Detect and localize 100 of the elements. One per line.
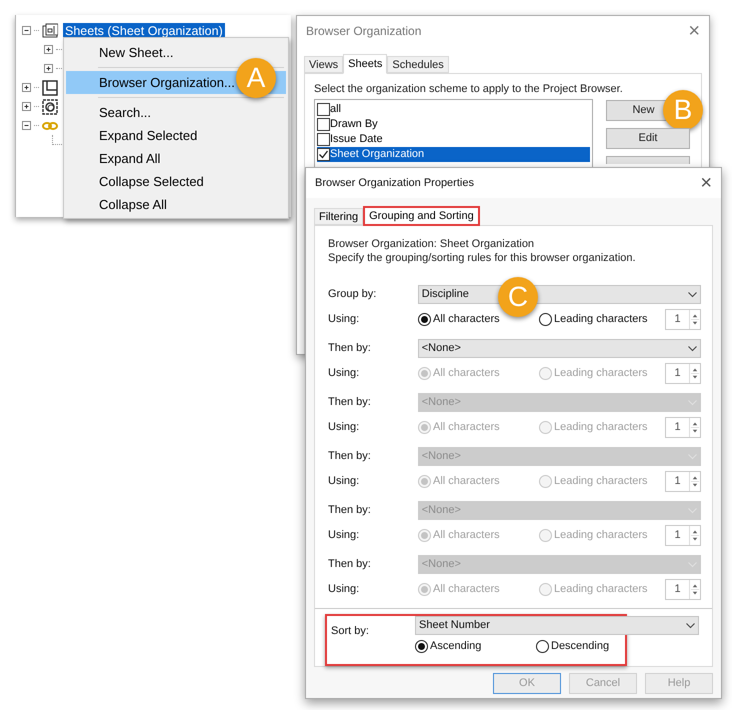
- radio-label: Leading characters: [554, 420, 648, 435]
- expand-icon[interactable]: [22, 102, 31, 111]
- tab[interactable]: Filtering: [314, 208, 364, 225]
- field-label: Using:: [328, 366, 360, 381]
- number-spinner[interactable]: 1: [665, 362, 701, 384]
- dropdown-value: <None>: [422, 503, 461, 518]
- dropdown-value: <None>: [422, 395, 461, 410]
- field-label: Then by:: [328, 449, 372, 464]
- window-title: Browser Organization Properties: [315, 176, 474, 191]
- window-title: Browser Organization: [306, 23, 422, 40]
- dropdown[interactable]: Sheet Number: [415, 616, 699, 635]
- list-item[interactable]: Issue Date: [317, 132, 590, 147]
- field-label: Using:: [328, 582, 360, 597]
- list-item-label: Issue Date: [330, 132, 383, 147]
- checkbox[interactable]: [317, 118, 330, 131]
- number-spinner[interactable]: 1: [665, 308, 701, 330]
- radio-button[interactable]: [539, 312, 552, 326]
- list-item-label: Drawn By: [330, 117, 378, 132]
- chevron-down-icon: [688, 346, 697, 352]
- checkbox[interactable]: [317, 103, 330, 116]
- dropdown-value: Discipline: [422, 287, 469, 302]
- dropdown-value: <None>: [422, 341, 461, 356]
- tree-item[interactable]: Sheets (Sheet Organization): [63, 22, 225, 38]
- spin-arrows-icon: [689, 580, 700, 598]
- description-text: Specify the grouping/sorting rules for this browser organization.: [328, 251, 637, 265]
- spin-arrows-icon: [689, 418, 700, 436]
- radio-button[interactable]: [536, 640, 549, 653]
- menu-item[interactable]: New Sheet...: [66, 41, 236, 64]
- field-label: Using:: [328, 474, 360, 489]
- collapse-icon[interactable]: [22, 26, 31, 35]
- tab[interactable]: Grouping and Sorting: [363, 206, 480, 226]
- radio-label: Ascending: [430, 639, 482, 654]
- tab[interactable]: Schedules: [387, 56, 449, 73]
- radio-button[interactable]: [418, 312, 431, 326]
- radio-label: Descending: [551, 639, 610, 654]
- sheet-icon: [42, 22, 58, 38]
- spinner-value: 1: [673, 366, 682, 381]
- menu-item[interactable]: Browser Organization...: [66, 71, 236, 94]
- dropdown[interactable]: <None>: [418, 339, 701, 358]
- spinner-value: 1: [673, 474, 682, 489]
- menu-item[interactable]: Search...: [66, 101, 236, 124]
- callout-badge: C: [498, 277, 538, 317]
- dialog-button[interactable]: New: [606, 100, 663, 121]
- menu-item[interactable]: Expand All: [66, 147, 236, 170]
- field-label: Group by:: [328, 287, 378, 302]
- field-label: Then by:: [328, 557, 372, 572]
- checkbox[interactable]: [317, 148, 330, 161]
- field-label: Sort by:: [330, 624, 370, 639]
- spinner-value: 1: [673, 582, 682, 597]
- field-label: Then by:: [328, 395, 372, 410]
- field-label: Using:: [328, 420, 360, 435]
- tab[interactable]: Sheets: [343, 54, 388, 74]
- list-item[interactable]: all: [317, 102, 590, 117]
- expand-icon[interactable]: [44, 64, 53, 73]
- check-icon: [318, 149, 329, 160]
- radio-label: All characters: [433, 366, 500, 381]
- collapse-icon[interactable]: [22, 121, 31, 130]
- field-label: Then by:: [328, 503, 372, 518]
- radio-label: Leading characters: [554, 528, 648, 543]
- radio-label: Leading characters: [554, 474, 648, 489]
- dropdown-value: <None>: [422, 557, 461, 572]
- menu-item[interactable]: Collapse Selected: [66, 170, 236, 193]
- instruction-text: Select the organization scheme to apply to the Project Browser.: [314, 82, 624, 96]
- field-label: Using:: [328, 528, 360, 543]
- spin-arrows-icon: [689, 472, 700, 490]
- radio-label: Leading characters: [554, 312, 648, 327]
- expand-icon[interactable]: [22, 83, 31, 92]
- list-item[interactable]: Drawn By: [317, 117, 590, 132]
- radio-label: All characters: [433, 474, 500, 489]
- close-button[interactable]: ×: [700, 173, 712, 193]
- spin-arrows-icon: [689, 310, 700, 328]
- menu-item[interactable]: Collapse All: [66, 193, 236, 216]
- expand-icon[interactable]: [44, 45, 53, 54]
- radio-button[interactable]: [415, 640, 428, 653]
- field-label: Then by:: [328, 341, 372, 356]
- list-item[interactable]: Sheet Organization: [317, 147, 590, 162]
- menu-item[interactable]: Expand Selected: [66, 124, 236, 147]
- spin-arrows-icon: [689, 364, 700, 382]
- list-item-label: Sheet Organization: [330, 147, 424, 162]
- tab[interactable]: Views: [304, 56, 344, 73]
- spinner-value: 1: [673, 420, 682, 435]
- spin-arrows-icon: [689, 526, 700, 544]
- chevron-down-icon: [688, 292, 697, 298]
- radio-label: Leading characters: [554, 366, 648, 381]
- radio-label: All characters: [433, 582, 500, 597]
- field-label: Using:: [328, 312, 360, 327]
- callout-badge: B: [663, 90, 703, 130]
- close-button[interactable]: ×: [688, 21, 700, 41]
- radio-label: Leading characters: [554, 582, 648, 597]
- radio-label: All characters: [433, 420, 500, 435]
- checkbox[interactable]: [317, 133, 330, 146]
- list-item-label: all: [330, 102, 342, 117]
- spinner-value: 1: [673, 312, 682, 327]
- dropdown-value: Sheet Number: [419, 618, 490, 634]
- heading-text: Browser Organization: Sheet Organization: [328, 237, 536, 251]
- dialog-button[interactable]: Edit: [606, 128, 690, 149]
- dropdown-value: <None>: [422, 449, 461, 464]
- spinner-value: 1: [673, 528, 682, 543]
- view-icon: [42, 98, 58, 114]
- chevron-down-icon: [686, 622, 695, 628]
